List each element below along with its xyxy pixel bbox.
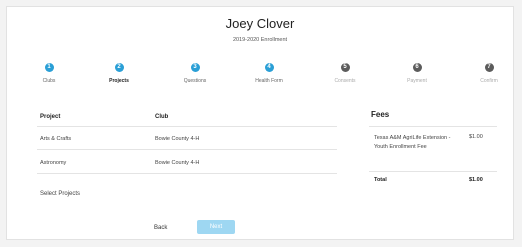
- fees-header-divider: [369, 126, 497, 127]
- step-label: Consents: [334, 78, 356, 84]
- club-column-header: Club: [155, 114, 169, 120]
- step-health-form[interactable]: 4 Health Form: [239, 63, 299, 84]
- step-number-icon: 6: [412, 63, 422, 72]
- next-button[interactable]: Next: [197, 220, 235, 234]
- row-divider: [37, 149, 337, 150]
- step-number-icon: 2: [114, 63, 124, 72]
- step-number-icon: 7: [484, 63, 494, 72]
- step-label: Projects: [109, 78, 129, 84]
- table-header-divider: [37, 126, 337, 127]
- project-column-header: Project: [40, 114, 61, 120]
- step-consents[interactable]: 5 Consents: [315, 63, 375, 84]
- club-cell: Bowie County 4-H: [155, 160, 200, 166]
- fees-total-label: Total: [374, 177, 387, 183]
- member-name: Joey Clover: [225, 16, 295, 31]
- step-number-icon: 5: [340, 63, 350, 72]
- select-projects-link[interactable]: Select Projects: [40, 191, 80, 197]
- step-number-icon: 1: [44, 63, 54, 72]
- fees-total-amount: $1.00: [469, 177, 483, 183]
- step-confirm[interactable]: 7 Confirm: [459, 63, 519, 84]
- fees-total-divider: [369, 171, 497, 172]
- step-projects[interactable]: 2 Projects: [89, 63, 149, 84]
- step-payment[interactable]: 6 Payment: [387, 63, 447, 84]
- step-label: Health Form: [255, 78, 283, 84]
- fees-title: Fees: [371, 110, 390, 119]
- step-number-icon: 4: [264, 63, 274, 72]
- step-label: Questions: [183, 78, 207, 84]
- step-questions[interactable]: 3 Questions: [165, 63, 225, 84]
- fee-description: Texas A&M AgriLife Extension - Youth Enr…: [374, 135, 451, 150]
- step-clubs[interactable]: 1 Clubs: [19, 63, 79, 84]
- step-label: Confirm: [480, 78, 498, 84]
- project-cell: Astronomy: [40, 160, 67, 166]
- enrollment-year: 2019-2020 Enrollment: [232, 37, 288, 43]
- project-cell: Arts & Crafts: [40, 136, 72, 142]
- step-number-icon: 3: [190, 63, 200, 72]
- fee-amount: $1.00: [469, 134, 483, 140]
- step-label: Clubs: [42, 78, 56, 84]
- club-cell: Bowie County 4-H: [155, 136, 200, 142]
- enrollment-card: Joey Clover 2019-2020 Enrollment 1 Clubs…: [6, 6, 514, 240]
- row-divider: [37, 173, 337, 174]
- back-button[interactable]: Back: [154, 225, 167, 231]
- step-label: Payment: [407, 78, 427, 84]
